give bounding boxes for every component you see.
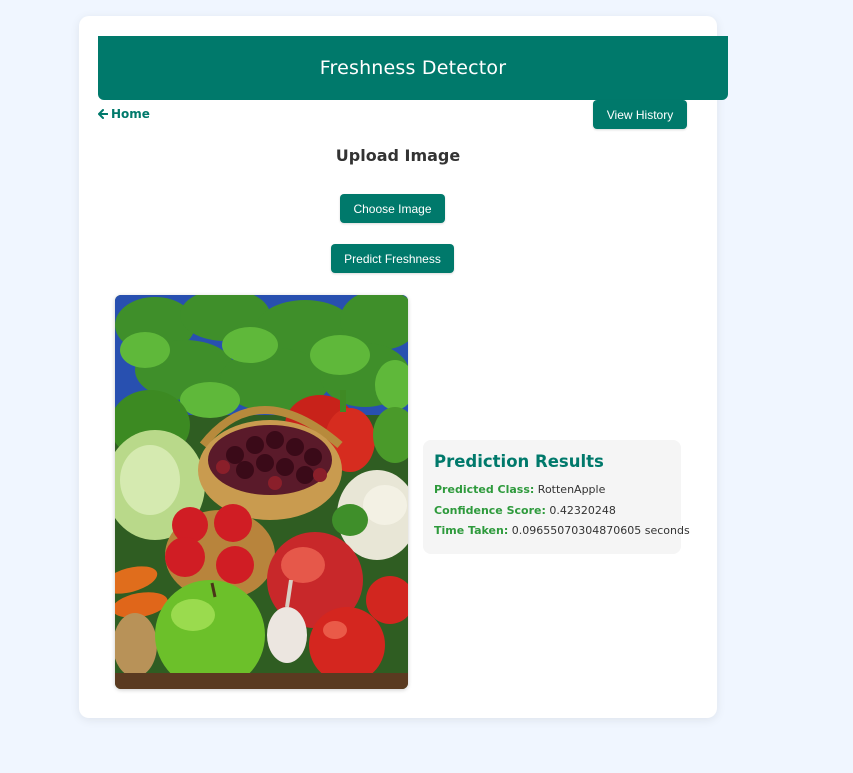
predict-freshness-button[interactable]: Predict Freshness — [331, 244, 454, 273]
predicted-class-label: Predicted Class: — [434, 483, 535, 496]
confidence-score-value: 0.42320248 — [549, 503, 616, 517]
confidence-score-label: Confidence Score: — [434, 503, 546, 517]
uploaded-image — [115, 295, 408, 689]
app-title: Freshness Detector — [319, 57, 507, 79]
arrow-left-icon — [98, 109, 108, 119]
choose-image-button[interactable]: Choose Image — [340, 194, 445, 223]
app-header: Freshness Detector — [98, 36, 728, 100]
predicted-class-value: RottenApple — [537, 483, 606, 496]
time-taken-row: Time Taken: 0.09655070304870605 seconds — [434, 521, 690, 542]
results-title: Prediction Results — [434, 452, 604, 471]
time-taken-label: Time Taken: — [434, 524, 509, 537]
confidence-score-row: Confidence Score: 0.42320248 — [434, 501, 670, 522]
home-link[interactable]: Home — [98, 107, 150, 121]
home-link-label: Home — [111, 107, 150, 121]
prediction-results-panel: Prediction Results Predicted Class: Rott… — [423, 440, 690, 554]
predicted-class-row: Predicted Class: RottenApple — [434, 480, 670, 501]
view-history-button[interactable]: View History — [593, 100, 687, 129]
time-taken-value: 0.09655070304870605 seconds — [511, 524, 690, 537]
upload-title: Upload Image — [335, 146, 461, 165]
